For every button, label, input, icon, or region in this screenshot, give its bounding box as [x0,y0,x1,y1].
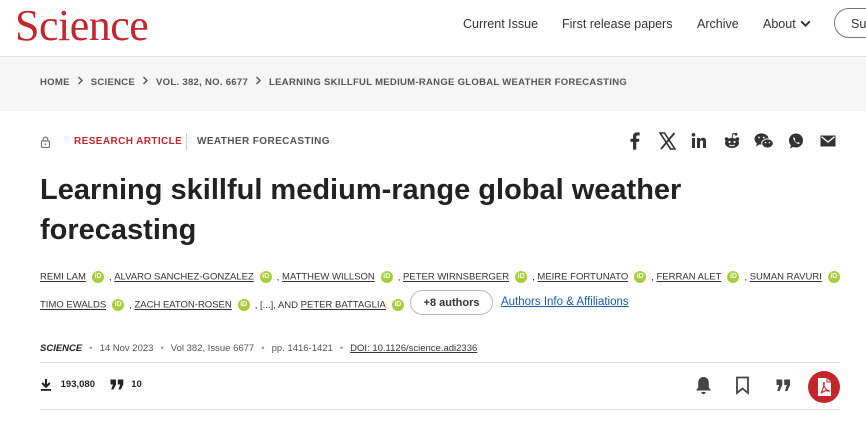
breadcrumb-current: LEARNING SKILLFUL MEDIUM-RANGE GLOBAL WE… [269,76,628,88]
divider [186,133,187,150]
orcid-icon[interactable]: iD [391,299,404,311]
article-category[interactable]: WEATHER FORECASTING [197,136,330,147]
chevron-right-icon [77,76,83,85]
volume-issue: Vol 382, Issue 6677 [170,343,255,354]
author-link[interactable]: ALVARO SANCHEZ-GONZALEZ [114,272,254,283]
nav-about[interactable]: About [763,17,796,31]
breadcrumb-volume[interactable]: VOL. 382, NO. 6677 [156,77,248,88]
affiliations-link[interactable]: Authors Info & Affiliations [501,296,629,308]
pdf-button[interactable] [808,371,840,403]
bookmark-icon[interactable] [735,376,750,395]
publication-date: 14 Nov 2023 [99,343,154,354]
nav-first-release-papers[interactable]: First release papers [562,17,672,31]
quote-icon [110,379,123,390]
orcid-icon[interactable]: iD [515,271,528,283]
wechat-icon[interactable] [754,132,774,150]
pdf-icon [818,378,831,396]
orcid-icon[interactable]: iD [380,271,393,283]
reddit-icon[interactable] [723,132,741,150]
author-link[interactable]: PETER WIRNSBERGER [403,272,509,283]
author-link[interactable]: MEIRE FORTUNATO [537,272,628,283]
orcid-icon[interactable]: iD [91,271,104,283]
author-link[interactable]: REMI LAM [40,272,86,283]
article-type[interactable]: RESEARCH ARTICLE [74,136,182,147]
chevron-right-icon [143,76,149,85]
orcid-icon[interactable]: iD [634,271,647,283]
author-link[interactable]: TIMO EWALDS [40,300,106,311]
author-link[interactable]: MATTHEW WILLSON [282,272,375,283]
subscribe-button[interactable]: Su [834,8,866,38]
orcid-icon[interactable]: iD [112,299,125,311]
linkedin-icon[interactable] [691,132,707,150]
download-count: 193,080 [60,379,95,390]
breadcrumb: HOME SCIENCE VOL. 382, NO. 6677 LEARNING SK… [40,76,627,88]
email-icon[interactable] [820,132,836,150]
orcid-icon[interactable]: iD [827,271,840,283]
bell-icon[interactable] [695,376,712,395]
citation-count: 10 [131,379,142,390]
author-row: REMI LAM iD, ALVARO SANCHEZ-GONZALEZ iD, M… [40,271,845,283]
author-link[interactable]: SUMAN RAVURI [750,272,822,283]
download-icon [41,379,51,391]
whatsapp-icon[interactable] [788,132,804,150]
site-header: Science Current Issue First release pape… [0,0,866,57]
divider [40,362,840,363]
breadcrumb-science[interactable]: SCIENCE [91,77,135,88]
orcid-icon[interactable]: iD [259,271,272,283]
doi-link[interactable]: DOI: 10.1126/science.adi2336 [350,343,477,354]
author-row: TIMO EWALDS iD, ZACH EATON-ROSEN iD, [...]… [40,290,629,315]
article-metrics: 193,080 10 [40,378,142,391]
orcid-icon[interactable]: iD [727,271,740,283]
citation-line: SCIENCE • 14 Nov 2023 • Vol 382, Issue 6677 •… [40,343,478,355]
breadcrumb-home[interactable]: HOME [40,77,70,88]
author-link[interactable]: PETER BATTAGLIA [301,300,386,311]
orcid-icon[interactable]: iD [237,299,250,311]
more-authors-button[interactable]: +8 authors [410,290,493,315]
author-ellipsis[interactable]: [...], AND [260,300,298,311]
divider [40,409,840,410]
nav-current-issue[interactable]: Current Issue [463,17,538,31]
nav-archive[interactable]: Archive [697,17,739,31]
author-link[interactable]: ZACH EATON-ROSEN [134,300,231,311]
lock-icon [40,136,51,148]
article-title: Learning skillful medium-range global we… [40,174,682,246]
author-link[interactable]: FERRAN ALET [657,272,722,283]
science-logo[interactable]: Science [15,4,149,48]
cite-icon[interactable] [776,379,791,392]
facebook-icon[interactable] [629,132,641,150]
chevron-right-icon [256,76,262,85]
x-icon[interactable] [659,132,676,150]
journal-name: SCIENCE [40,343,83,354]
chevron-down-icon[interactable] [799,17,812,30]
page-range: pp. 1416-1421 [271,343,333,354]
